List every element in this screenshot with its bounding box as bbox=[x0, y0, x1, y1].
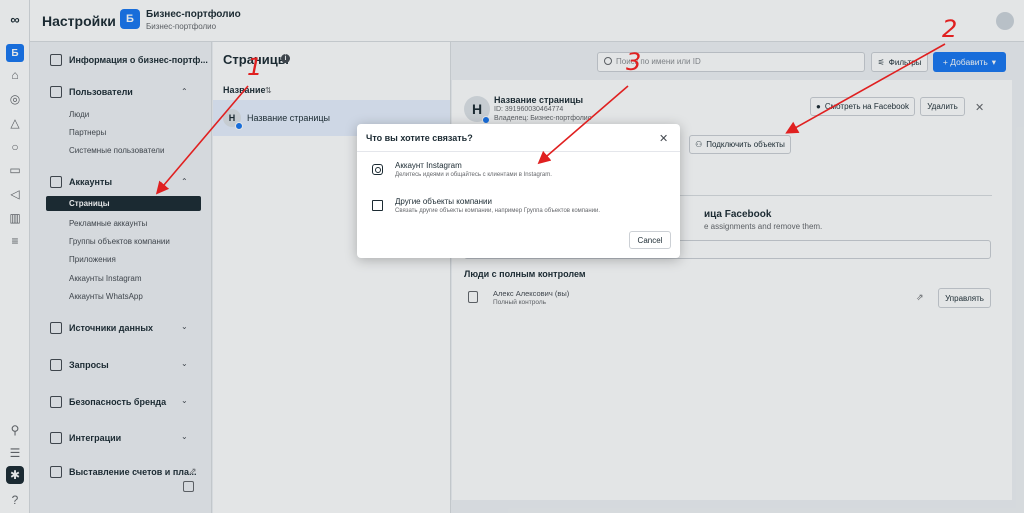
annotation-label: 2 bbox=[942, 15, 958, 43]
box-icon bbox=[372, 200, 383, 211]
option-title: Другие объекты компании bbox=[395, 197, 492, 206]
option-title: Аккаунт Instagram bbox=[395, 161, 462, 170]
annotation-label: 3 bbox=[626, 48, 642, 76]
instagram-icon bbox=[372, 164, 383, 175]
cancel-button[interactable]: Cancel bbox=[629, 231, 671, 249]
dialog-title: Что вы хотите связать? bbox=[366, 133, 473, 143]
close-icon[interactable]: ✕ bbox=[659, 132, 668, 145]
annotation-label: 1 bbox=[247, 53, 263, 81]
connect-dialog: Что вы хотите связать? ✕ Аккаунт Instagr… bbox=[357, 124, 680, 258]
option-description: Связать другие объекты компании, наприме… bbox=[395, 208, 601, 214]
option-description: Делитесь идеями и общайтесь с клиентами … bbox=[395, 172, 552, 178]
divider bbox=[357, 151, 680, 152]
